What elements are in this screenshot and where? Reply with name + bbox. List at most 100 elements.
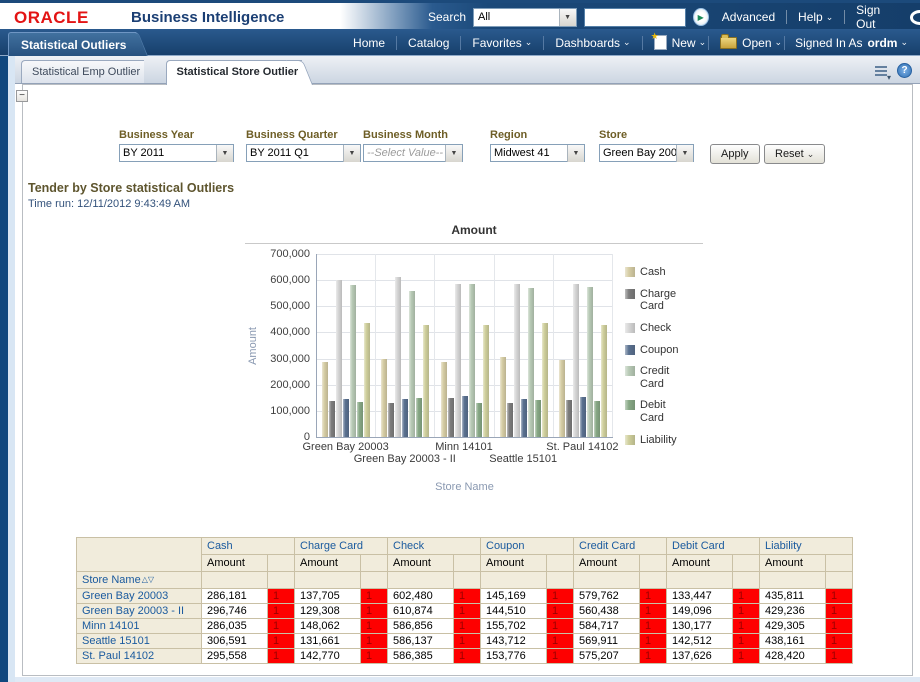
user-menu[interactable]: Signed In As ordm ⌄ [787,36,916,50]
chart-bar-charge-card[interactable] [388,403,394,437]
column-header-debit-card[interactable]: Debit Card [667,538,760,555]
sign-out-link[interactable]: Sign Out [856,3,897,31]
help-menu[interactable]: Help⌄ [798,10,833,24]
flag-subheader [268,555,295,572]
reset-button[interactable]: Reset⌄ [764,144,825,164]
page-options-icon[interactable] [874,65,888,77]
legend-label: Coupon [640,344,686,357]
legend-swatch-debit-card-icon [625,400,635,410]
y-tick-label: 200,000 [270,379,310,391]
nav-link-home[interactable]: Home [344,36,394,50]
bar-group-green-bay-20003-ii [376,254,435,437]
search-go-button[interactable]: ▶ [693,8,709,26]
legend-label: Liability [640,434,686,447]
chart-bar-credit-card[interactable] [409,291,415,438]
dropdown-arrow-icon[interactable]: ▼ [676,145,693,162]
dropdown-arrow-icon[interactable]: ▼ [567,145,584,162]
column-header-cash[interactable]: Cash [202,538,295,555]
chart-bar-liability[interactable] [483,325,489,437]
chart-bar-charge-card[interactable] [448,398,454,437]
chart-bar-charge-card[interactable] [507,403,513,437]
dropdown-arrow-icon[interactable]: ▼ [343,145,360,162]
column-header-liability[interactable]: Liability [760,538,853,555]
chart-bar-check[interactable] [395,277,401,437]
filter-select-business-month[interactable]: --Select Value--▼ [363,144,463,162]
column-header-coupon[interactable]: Coupon [481,538,574,555]
chart-bar-check[interactable] [455,284,461,437]
chart-bar-liability[interactable] [542,323,548,438]
dropdown-arrow-icon[interactable]: ▼ [445,145,462,162]
chart-bar-liability[interactable] [423,325,429,437]
outlier-pivot-table: CashCharge CardCheckCouponCredit CardDeb… [76,537,853,664]
outlier-flag-cell: 1 [547,619,574,634]
new-menu[interactable]: New ⌄ [645,35,707,50]
chart-bar-coupon[interactable] [521,399,527,437]
y-tick-label: 600,000 [270,274,310,286]
chart-bar-cash[interactable] [500,357,506,437]
chart-bar-coupon[interactable] [402,399,408,437]
chart-bar-charge-card[interactable] [566,400,572,437]
chart-bar-credit-card[interactable] [469,284,475,437]
outlier-flag-cell: 1 [733,589,760,604]
amount-cell: 438,161 [760,634,826,649]
filter-select-store[interactable]: Green Bay 20003▼ [599,144,694,162]
nav-link-catalog[interactable]: Catalog [399,36,458,50]
collapse-section-button[interactable]: − [16,90,28,102]
store-link-green-bay-20003-ii[interactable]: Green Bay 20003 - II [77,604,202,619]
chart-bar-credit-card[interactable] [350,285,356,437]
chart-bar-liability[interactable] [601,325,607,437]
blank-cell [667,572,733,589]
dropdown-arrow-icon[interactable]: ▼ [216,145,233,162]
chart-bar-cash[interactable] [441,362,447,437]
search-input[interactable] [584,8,686,27]
chart-bar-cash[interactable] [322,362,328,437]
tab-statistical-store-outlier[interactable]: Statistical Store Outlier [166,60,303,85]
chart-bar-coupon[interactable] [580,397,586,437]
global-search: Search All ▼ ▶ Advanced Help⌄ Sign Out [428,6,920,28]
legend-swatch-check-icon [625,323,635,333]
tab-statistical-emp-outlier[interactable]: Statistical Emp Outlier [21,60,144,83]
flag-subheader [733,555,760,572]
amount-subheader: Amount [388,555,454,572]
product-title: Business Intelligence [131,9,284,26]
store-link-st-paul-14102[interactable]: St. Paul 14102 [77,649,202,664]
chart-bar-liability[interactable] [364,323,370,437]
dropdown-arrow-icon[interactable]: ▼ [559,9,576,26]
help-icon[interactable]: ? [897,63,912,78]
filter-select-business-quarter[interactable]: BY 2011 Q1▼ [246,144,361,162]
chart-bar-cash[interactable] [559,360,565,437]
filter-select-business-year[interactable]: BY 2011▼ [119,144,234,162]
store-link-green-bay-20003[interactable]: Green Bay 20003 [77,589,202,604]
nav-link-favorites[interactable]: Favorites⌄ [463,36,541,50]
chart-bar-debit-card[interactable] [535,400,541,437]
filter-select-region[interactable]: Midwest 41▼ [490,144,585,162]
apply-button[interactable]: Apply [710,144,760,164]
chart-bar-debit-card[interactable] [357,402,363,437]
store-link-minn-14101[interactable]: Minn 14101 [77,619,202,634]
chart-bar-credit-card[interactable] [587,287,593,437]
search-scope-select[interactable]: All ▼ [473,8,577,27]
store-name-header[interactable]: Store Name△▽ [77,572,202,589]
store-link-seattle-15101[interactable]: Seattle 15101 [77,634,202,649]
advanced-link[interactable]: Advanced [722,10,775,24]
chart-bar-debit-card[interactable] [416,398,422,437]
column-header-check[interactable]: Check [388,538,481,555]
chart-bar-coupon[interactable] [462,396,468,437]
legend-item: Charge Card [625,288,687,313]
column-header-credit-card[interactable]: Credit Card [574,538,667,555]
column-header-charge-card[interactable]: Charge Card [295,538,388,555]
nav-links: Home Catalog Favorites⌄ Dashboards⌄ [344,36,640,50]
chart-bar-charge-card[interactable] [329,401,335,437]
chart-bar-cash[interactable] [381,359,387,437]
open-menu[interactable]: Open ⌄ [711,36,782,50]
chart-bar-debit-card[interactable] [476,403,482,437]
dashboard-tab-statistical-outliers[interactable]: Statistical Outliers [8,32,136,56]
nav-link-dashboards[interactable]: Dashboards⌄ [546,36,639,50]
chart-bar-debit-card[interactable] [594,401,600,437]
sort-icons[interactable]: △▽ [142,575,154,584]
chart-bar-check[interactable] [573,284,579,437]
chart-bar-coupon[interactable] [343,399,349,437]
chart-bar-check[interactable] [336,280,342,438]
chart-bar-check[interactable] [514,284,520,437]
chart-bar-credit-card[interactable] [528,288,534,437]
